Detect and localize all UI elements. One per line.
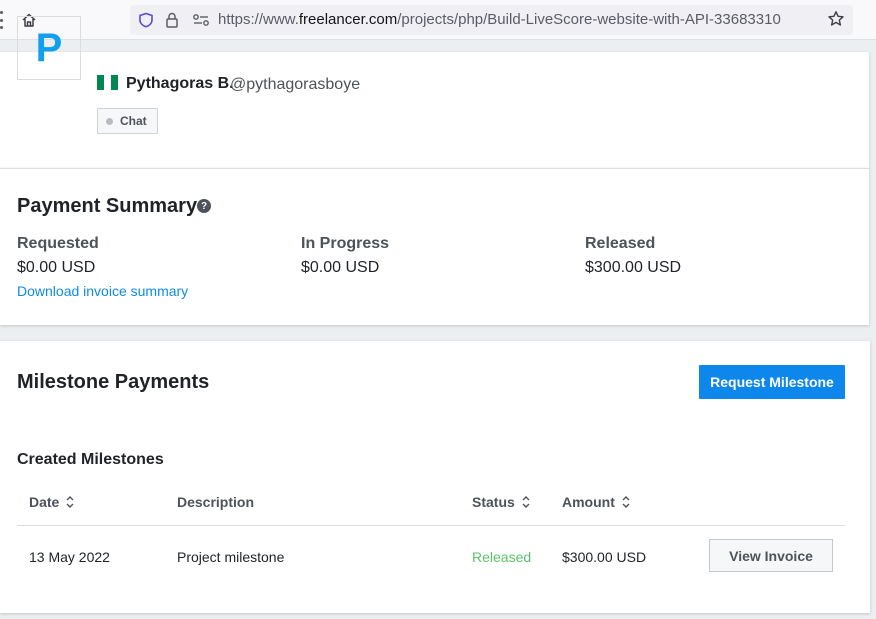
overflow-icon[interactable] [0,11,4,29]
payment-summary-title: Payment Summary [17,195,198,217]
milestone-status: Released [472,549,532,565]
milestone-amount: $300.00 USD [562,549,647,565]
browser-toolbar: https://www.freelancer.com/projects/php/… [0,0,876,40]
column-header-label: Description [177,494,255,510]
address-bar[interactable]: https://www.freelancer.com/projects/php/… [130,5,853,35]
avatar[interactable]: P [17,16,81,80]
sort-icon[interactable] [521,495,531,509]
sort-icon[interactable] [65,495,75,509]
table-divider [17,525,845,526]
bookmark-star-icon[interactable] [827,10,845,33]
lock-icon[interactable] [164,11,180,34]
released-value: $300.00 USD [585,259,682,276]
chat-button[interactable]: Chat [97,108,158,134]
download-invoice-summary-link[interactable]: Download invoice summary [17,283,188,299]
profile-name[interactable]: Pythagoras B. [126,75,234,93]
request-milestone-button[interactable]: Request Milestone [699,365,845,399]
requested-label: Requested [17,235,99,252]
column-header-label: Date [29,494,60,510]
shield-icon[interactable] [138,12,154,33]
column-header-description: Description [177,494,254,510]
payment-summary-card [0,168,869,325]
column-header-label: Amount [562,494,615,510]
milestone-date: 13 May 2022 [29,549,110,565]
column-header-status[interactable]: Status [472,494,531,510]
chat-label: Chat [120,114,147,128]
permissions-icon[interactable] [192,13,210,32]
milestone-payments-title: Milestone Payments [17,371,210,393]
sort-icon[interactable] [621,495,631,509]
help-icon[interactable]: ? [197,199,211,213]
nigeria-flag-icon [97,75,118,90]
profile-handle: @pythagorasboye [230,76,361,93]
in-progress-value: $0.00 USD [301,259,380,276]
released-label: Released [585,235,656,252]
column-header-date[interactable]: Date [29,494,75,510]
view-invoice-button[interactable]: View Invoice [709,539,833,572]
created-milestones-title: Created Milestones [17,451,164,468]
in-progress-label: In Progress [301,235,390,252]
column-header-label: Status [472,494,515,510]
column-header-amount[interactable]: Amount [562,494,631,510]
requested-value: $0.00 USD [17,259,96,276]
milestone-description: Project milestone [177,549,285,565]
online-status-icon [106,117,113,125]
url-text[interactable]: https://www.freelancer.com/projects/php/… [218,11,818,28]
